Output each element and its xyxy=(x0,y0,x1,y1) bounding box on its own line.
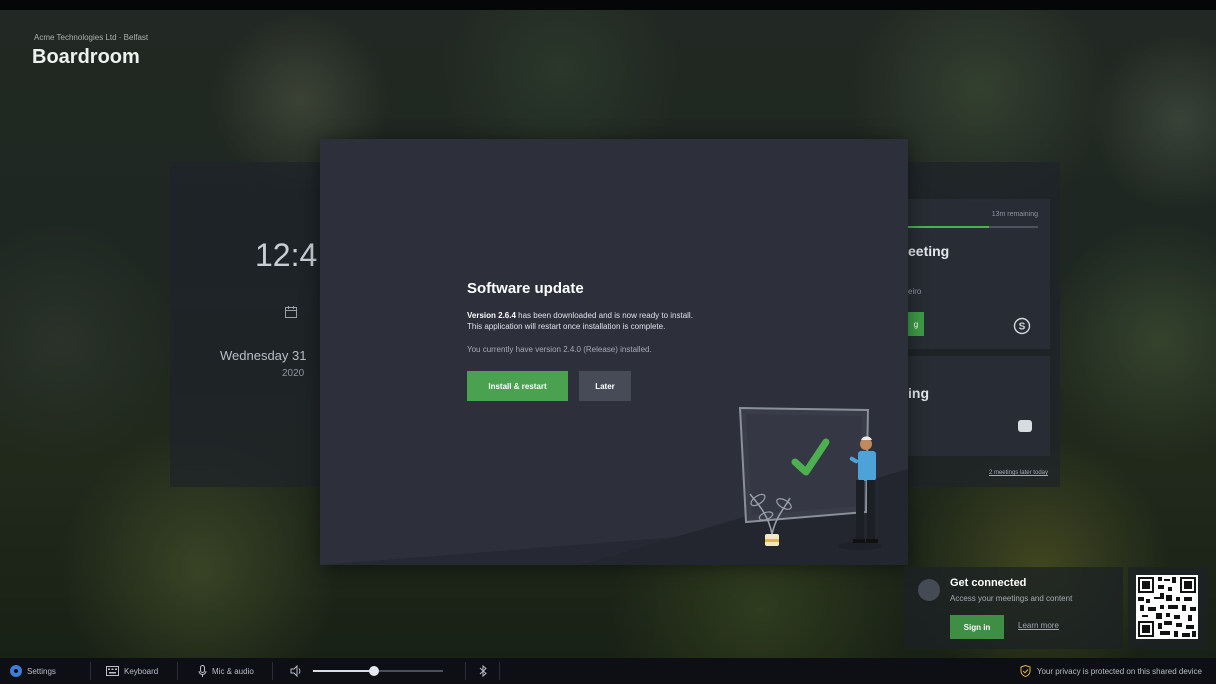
calendar-icon xyxy=(285,306,297,318)
taskbar-divider xyxy=(90,662,91,680)
dialog-message-line2: This application will restart once insta… xyxy=(467,322,666,331)
learn-more-link[interactable]: Learn more xyxy=(1018,621,1059,630)
clock-date: Wednesday 31 xyxy=(220,348,307,363)
dialog-message-line1: Version 2.6.4 has been downloaded and is… xyxy=(467,311,693,320)
time-remaining: 13m remaining xyxy=(991,211,1038,218)
taskbar: Settings Keyboard Mic & audio Your priva… xyxy=(0,658,1216,684)
qr-code[interactable] xyxy=(1136,575,1198,639)
current-version-text: You currently have version 2.4.0 (Releas… xyxy=(467,345,652,354)
bluetooth-icon[interactable] xyxy=(479,665,487,677)
keyboard-label: Keyboard xyxy=(124,666,159,676)
clock-time: 12:4 xyxy=(255,237,318,273)
mic-label: Mic & audio xyxy=(212,666,254,676)
join-button[interactable]: g xyxy=(908,312,924,336)
clock-year: 2020 xyxy=(282,368,305,379)
meeting-progress-bar xyxy=(908,226,1038,228)
sign-in-button[interactable]: Sign in xyxy=(950,615,1004,639)
settings-icon xyxy=(10,665,22,677)
get-connected-subtitle: Access your meetings and content xyxy=(950,594,1073,603)
get-connected-title: Get connected xyxy=(950,577,1027,589)
video-camera-icon[interactable] xyxy=(1018,420,1032,432)
keyboard-button[interactable]: Keyboard xyxy=(106,658,158,684)
top-strip xyxy=(0,0,1216,10)
dialog-title: Software update xyxy=(467,280,584,297)
volume-slider-thumb[interactable] xyxy=(369,666,379,676)
more-meetings-link[interactable]: 2 meetings later today xyxy=(989,470,1048,476)
taskbar-divider xyxy=(499,662,500,680)
version-number: Version 2.6.4 xyxy=(467,311,516,320)
privacy-text: Your privacy is protected on this shared… xyxy=(1036,666,1202,676)
taskbar-divider xyxy=(177,662,178,680)
skype-icon[interactable]: S xyxy=(1013,317,1031,335)
meetings-panel: 13m remaining eeting eiro g S ing 2 meet… xyxy=(908,162,1060,487)
settings-label: Settings xyxy=(27,666,56,676)
get-connected-panel: Get connected Access your meetings and c… xyxy=(904,567,1123,649)
svg-text:S: S xyxy=(1019,322,1026,333)
later-button[interactable]: Later xyxy=(579,371,631,401)
speaker-icon[interactable] xyxy=(290,665,304,677)
keyboard-icon xyxy=(106,666,119,676)
next-meeting-title: ing xyxy=(908,385,929,401)
message-rest: has been downloaded and is now ready to … xyxy=(515,311,693,320)
software-update-dialog: Software update Version 2.6.4 has been d… xyxy=(320,139,908,565)
microphone-icon xyxy=(198,665,207,677)
privacy-notice: Your privacy is protected on this shared… xyxy=(1020,658,1202,684)
settings-button[interactable]: Settings xyxy=(10,658,56,684)
room-subtitle: Acme Technologies Ltd · Belfast xyxy=(34,33,149,42)
next-meeting-card[interactable] xyxy=(908,356,1050,456)
shield-check-icon xyxy=(1020,665,1031,677)
person-icon xyxy=(918,579,940,601)
taskbar-divider xyxy=(272,662,273,680)
clock-panel: 12:4 Wednesday 31 2020 xyxy=(170,162,320,487)
update-illustration xyxy=(738,406,882,550)
room-title: Boardroom xyxy=(32,46,140,68)
mic-audio-button[interactable]: Mic & audio xyxy=(198,658,254,684)
current-meeting-title: eeting xyxy=(908,243,950,259)
current-meeting-organizer: eiro xyxy=(908,287,922,296)
install-restart-button[interactable]: Install & restart xyxy=(467,371,568,401)
qr-panel xyxy=(1128,567,1208,649)
taskbar-divider xyxy=(465,662,466,680)
